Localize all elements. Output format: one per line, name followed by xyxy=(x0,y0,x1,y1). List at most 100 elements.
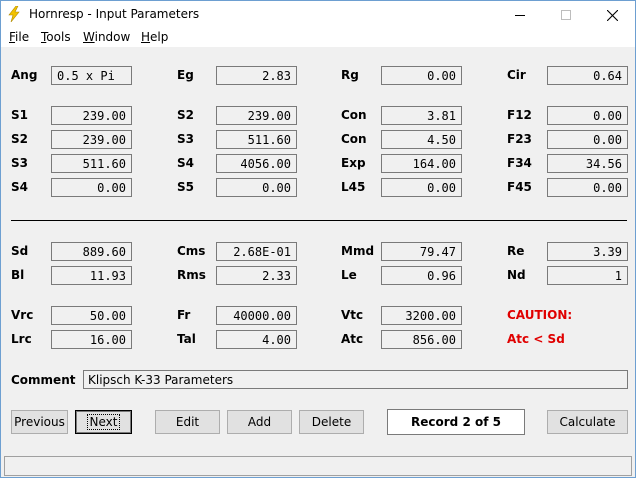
delete-button-label: Delete xyxy=(311,415,352,429)
section-divider xyxy=(11,220,627,221)
label-mmd: Mmd xyxy=(341,244,375,258)
label-le: Le xyxy=(341,268,357,282)
field-rg[interactable]: 0.00 xyxy=(381,66,462,85)
label-s5: S5 xyxy=(177,180,194,194)
label-rms: Rms xyxy=(177,268,206,282)
label-s4-seg: S4 xyxy=(177,156,194,170)
field-cms[interactable]: 2.68E-01 xyxy=(216,242,297,261)
field-rms[interactable]: 2.33 xyxy=(216,266,297,285)
field-s5[interactable]: 0.00 xyxy=(216,178,297,197)
add-button[interactable]: Add xyxy=(227,410,292,434)
menu-tools[interactable]: Tools xyxy=(41,30,71,44)
label-f23: F23 xyxy=(507,132,532,146)
field-s3[interactable]: 511.60 xyxy=(51,154,132,173)
label-exp: Exp xyxy=(341,156,366,170)
close-button[interactable] xyxy=(589,1,635,29)
field-fr[interactable]: 40000.00 xyxy=(216,306,297,325)
label-sd: Sd xyxy=(11,244,29,258)
previous-button[interactable]: Previous xyxy=(11,410,68,434)
field-nd[interactable]: 1 xyxy=(547,266,628,285)
next-button[interactable]: Next xyxy=(75,410,132,434)
window-title: Hornresp - Input Parameters xyxy=(29,7,200,21)
label-con-2: Con xyxy=(341,132,367,146)
label-eg: Eg xyxy=(177,68,194,82)
menu-help[interactable]: Help xyxy=(141,30,168,44)
field-f45[interactable]: 0.00 xyxy=(547,178,628,197)
field-exp[interactable]: 164.00 xyxy=(381,154,462,173)
comment-field[interactable]: Klipsch K-33 Parameters xyxy=(83,370,628,389)
minimize-icon xyxy=(515,15,525,16)
label-con-1: Con xyxy=(341,108,367,122)
field-l45[interactable]: 0.00 xyxy=(381,178,462,197)
label-l45: L45 xyxy=(341,180,366,194)
close-icon xyxy=(606,9,618,21)
field-vrc[interactable]: 50.00 xyxy=(51,306,132,325)
field-s1[interactable]: 239.00 xyxy=(51,106,132,125)
field-con-1[interactable]: 3.81 xyxy=(381,106,462,125)
calculate-button-label: Calculate xyxy=(559,415,616,429)
label-lrc: Lrc xyxy=(11,332,32,346)
record-indicator: Record 2 of 5 xyxy=(387,409,525,435)
maximize-button[interactable] xyxy=(543,1,589,29)
field-s2[interactable]: 239.00 xyxy=(51,130,132,149)
label-vrc: Vrc xyxy=(11,308,34,322)
field-mmd[interactable]: 79.47 xyxy=(381,242,462,261)
label-s3-seg: S3 xyxy=(177,132,194,146)
caution-title: CAUTION: xyxy=(507,308,573,322)
status-bar xyxy=(4,456,632,476)
field-le[interactable]: 0.96 xyxy=(381,266,462,285)
field-cir[interactable]: 0.64 xyxy=(547,66,628,85)
field-s4[interactable]: 0.00 xyxy=(51,178,132,197)
label-nd: Nd xyxy=(507,268,526,282)
label-f12: F12 xyxy=(507,108,532,122)
label-ang: Ang xyxy=(11,68,38,82)
field-vtc[interactable]: 3200.00 xyxy=(381,306,462,325)
delete-button[interactable]: Delete xyxy=(299,410,364,434)
menu-bar: File Tools Window Help xyxy=(1,29,635,47)
field-bl[interactable]: 11.93 xyxy=(51,266,132,285)
maximize-icon xyxy=(561,10,571,20)
field-s2-seg[interactable]: 239.00 xyxy=(216,106,297,125)
field-re[interactable]: 3.39 xyxy=(547,242,628,261)
next-button-label: Next xyxy=(86,414,121,430)
label-s1: S1 xyxy=(11,108,28,122)
label-rg: Rg xyxy=(341,68,359,82)
field-sd[interactable]: 889.60 xyxy=(51,242,132,261)
field-tal[interactable]: 4.00 xyxy=(216,330,297,349)
calculate-button[interactable]: Calculate xyxy=(547,410,628,434)
label-re: Re xyxy=(507,244,525,258)
field-ang[interactable]: 0.5 x Pi xyxy=(51,66,132,85)
caution-message: Atc < Sd xyxy=(507,332,565,346)
edit-button-label: Edit xyxy=(175,415,200,429)
label-f45: F45 xyxy=(507,180,532,194)
label-vtc: Vtc xyxy=(341,308,364,322)
label-s4: S4 xyxy=(11,180,28,194)
add-button-label: Add xyxy=(247,415,272,429)
menu-file[interactable]: File xyxy=(9,30,29,44)
field-s4-seg[interactable]: 4056.00 xyxy=(216,154,297,173)
edit-button[interactable]: Edit xyxy=(155,410,220,434)
field-f23[interactable]: 0.00 xyxy=(547,130,628,149)
label-s2: S2 xyxy=(11,132,28,146)
menu-window[interactable]: Window xyxy=(83,30,130,44)
label-bl: Bl xyxy=(11,268,25,282)
previous-button-label: Previous xyxy=(14,415,65,429)
label-s2-seg: S2 xyxy=(177,108,194,122)
field-f34[interactable]: 34.56 xyxy=(547,154,628,173)
field-atc[interactable]: 856.00 xyxy=(381,330,462,349)
field-eg[interactable]: 2.83 xyxy=(216,66,297,85)
field-f12[interactable]: 0.00 xyxy=(547,106,628,125)
label-cms: Cms xyxy=(177,244,206,258)
label-cir: Cir xyxy=(507,68,526,82)
label-fr: Fr xyxy=(177,308,191,322)
label-atc: Atc xyxy=(341,332,364,346)
minimize-button[interactable] xyxy=(497,1,543,29)
title-bar[interactable]: Hornresp - Input Parameters xyxy=(1,1,635,29)
field-lrc[interactable]: 16.00 xyxy=(51,330,132,349)
label-tal: Tal xyxy=(177,332,196,346)
label-comment: Comment xyxy=(11,373,76,387)
field-s3-seg[interactable]: 511.60 xyxy=(216,130,297,149)
field-con-2[interactable]: 4.50 xyxy=(381,130,462,149)
main-window: Hornresp - Input Parameters File Tools W… xyxy=(0,0,636,478)
label-f34: F34 xyxy=(507,156,532,170)
